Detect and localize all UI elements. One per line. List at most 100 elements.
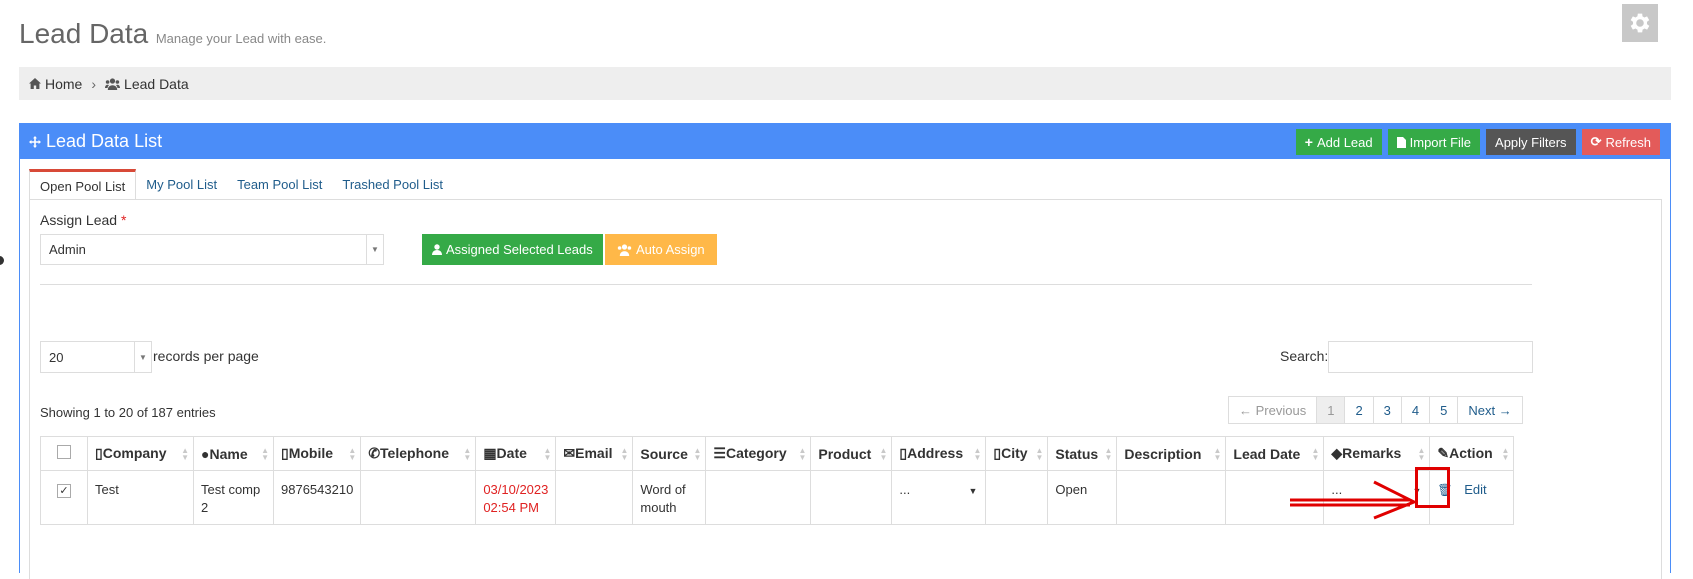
column-label: Action [1449,445,1493,461]
column-header-date[interactable]: ▦Date ▲ ▼ [475,436,557,471]
column-label: Telephone [380,445,450,461]
sort-icon: ▲ ▼ [620,446,629,462]
page-button-4[interactable]: 4 [1400,396,1431,424]
column-label: Status [1055,445,1099,462]
page-button-2[interactable]: 2 [1344,396,1374,424]
settings-button[interactable] [1622,4,1658,42]
cell-mobile: 9876543210 [272,470,362,525]
assign-lead-text: Assign Lead [40,212,118,228]
date-line-2: 02:54 PM [483,500,539,515]
page-title: Lead Data [19,18,149,49]
highlight-box [1415,467,1450,508]
tab-trashed-pool-list[interactable]: Trashed Pool List [332,169,453,200]
home-icon [29,78,41,89]
phone-icon: ✆ [368,445,381,461]
sort-icon: ▲ ▼ [181,446,189,462]
pagination: ← Previous 1 2 3 4 5 Next → [1228,396,1523,424]
page-button-1[interactable]: 1 [1316,396,1346,424]
sort-icon: ▲ ▼ [261,446,269,462]
column-header-remarks[interactable]: ◆Remarks ▲ ▼ [1323,436,1431,471]
building-icon: ▯ [993,445,1002,461]
column-label: Category [725,445,787,461]
edit-link[interactable]: Edit [1464,482,1486,497]
row-checkbox[interactable]: ✓ [57,484,71,498]
move-icon [29,135,41,148]
auto-assign-button[interactable]: Auto Assign [605,234,717,265]
import-file-button[interactable]: Import File [1387,129,1481,155]
page-header: Lead Data Manage your Lead with ease. [19,18,326,50]
auto-assign-label: Auto Assign [636,242,705,257]
sort-icon: ▲ ▼ [1213,446,1222,462]
column-header-action[interactable]: ✎Action ▲ ▼ [1429,436,1515,471]
refresh-label: Refresh [1605,134,1651,150]
file-icon [1396,136,1406,148]
column-header-address[interactable]: ▯Address ▲ ▼ [891,436,987,471]
sort-icon: ▲ ▼ [973,446,982,462]
envelope-icon: ✉ [563,445,576,461]
cell-email [555,470,634,525]
next-page-button[interactable]: Next → [1457,396,1523,424]
records-per-page-value: 20 [49,349,64,365]
cell-source: Word of mouth [632,470,707,525]
tab-open-pool-list[interactable]: Open Pool List [29,169,137,200]
records-per-page-select[interactable]: 20 ▼ [40,341,152,373]
portlet-caption: Lead Data List [29,131,162,152]
previous-page-button[interactable]: ← Previous [1228,396,1318,424]
calendar-icon: ▦ [483,445,497,461]
date-line-1: 03/10/2023 [483,482,549,497]
portlet-title: Lead Data List [46,131,163,151]
refresh-icon: ⟳ [1590,134,1602,149]
column-header-mobile[interactable]: ▯Mobile ▲ ▼ [272,436,362,471]
cell-product [810,470,893,525]
annotation-arrow [1290,480,1418,520]
sort-icon: ▲ ▼ [1104,446,1113,462]
source-line-1: Word of [640,482,686,497]
breadcrumb-home-label: Home [45,75,83,92]
assign-lead-selected-value: Admin [49,242,86,257]
assigned-selected-leads-button[interactable]: Assigned Selected Leads [422,234,603,265]
user-icon [432,244,442,255]
column-header-source[interactable]: Source ▲ ▼ [632,436,707,471]
name-line-2: 2 [201,500,209,515]
select-all-header [40,436,88,471]
column-header-company[interactable]: ▯Company ▲ ▼ [87,436,194,471]
column-label: Date [496,445,527,461]
select-all-checkbox[interactable] [57,445,71,459]
gear-icon [1630,13,1650,33]
page-button-3[interactable]: 3 [1372,396,1402,424]
page-button-5[interactable]: 5 [1429,396,1459,424]
column-header-status[interactable]: Status ▲ ▼ [1047,436,1118,471]
column-header-product[interactable]: Product ▲ ▼ [810,436,893,471]
column-header-name[interactable]: ●Name ▲ ▼ [193,436,274,471]
open-pool-pane: Assign Lead * Admin ▼ Assigned Selected … [29,199,1662,579]
tags-icon: ◆ [1331,445,1343,461]
apply-filters-button[interactable]: Apply Filters [1486,129,1576,155]
column-header-city[interactable]: ▯City ▲ ▼ [985,436,1049,471]
portlet-actions: + Add Lead Import File Apply Filters ⟳ R… [1295,129,1660,155]
cell-date: 03/10/2023 02:54 PM [475,470,557,525]
add-lead-label: Add Lead [1316,134,1373,150]
add-lead-button[interactable]: + Add Lead [1295,129,1382,155]
column-header-category[interactable]: ☰Category ▲ ▼ [705,436,812,471]
cell-address[interactable]: ... ▼ [891,470,987,525]
sort-icon: ▲ ▼ [798,446,807,462]
tab-my-pool-list[interactable]: My Pool List [136,169,227,200]
cell-telephone [360,470,477,525]
assign-lead-select[interactable]: Admin ▼ [40,234,384,265]
search-input[interactable] [1328,341,1533,373]
breadcrumb-lead-data[interactable]: Lead Data [105,76,189,92]
column-header-lead-date[interactable]: Lead Date ▲ ▼ [1225,436,1325,471]
building-icon: ▯ [95,445,103,461]
cell-name: Test comp 2 [193,470,274,525]
column-header-description[interactable]: Description ▲ ▼ [1116,436,1227,471]
sort-icon: ▲ ▼ [463,446,472,462]
column-header-email[interactable]: ✉Email ▲ ▼ [555,436,634,471]
name-line-1: Test comp [201,482,261,497]
breadcrumb-home[interactable]: Home [29,76,82,92]
refresh-button[interactable]: ⟳ Refresh [1581,129,1660,155]
table-header-row: ▯Company ▲ ▼ ●Name ▲ ▼ ▯Mobile ▲ ▼ ✆Telephone ▲… [40,436,1515,471]
plus-icon: + [1304,134,1313,150]
cell-city [985,470,1049,525]
column-header-telephone[interactable]: ✆Telephone ▲ ▼ [360,436,477,471]
tab-team-pool-list[interactable]: Team Pool List [227,169,332,200]
